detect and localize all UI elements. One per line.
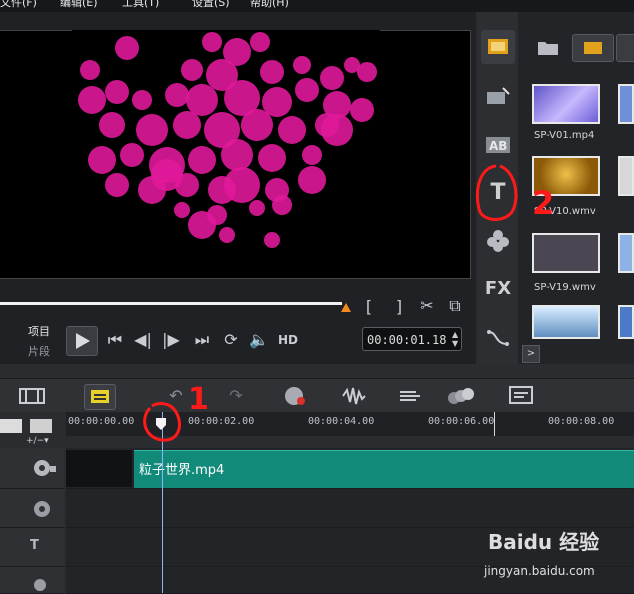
path-icon[interactable]	[481, 320, 515, 354]
hd-button[interactable]: HD	[278, 333, 298, 347]
clip-name: 粒子世界.mp4	[139, 463, 225, 478]
menu-edit[interactable]: 编辑(E)	[60, 0, 98, 8]
instant-project-icon[interactable]	[481, 80, 515, 114]
show-video-icon[interactable]	[572, 34, 614, 62]
graphic-icon[interactable]	[481, 224, 515, 258]
ruler-tick: 00:00:06.00	[428, 416, 495, 427]
track-manager-icon[interactable]	[0, 419, 22, 433]
ruler-tick: 00:00:04.00	[308, 416, 375, 427]
thumbnail-partial[interactable]	[618, 84, 634, 124]
go-to-start-icon[interactable]: ⏮	[104, 330, 126, 350]
thumbnail-partial[interactable]	[618, 156, 634, 196]
show-photo-icon[interactable]	[616, 34, 634, 62]
overlay-track[interactable]	[66, 489, 634, 528]
media-icon[interactable]	[481, 30, 515, 64]
watermark-logo: Baidu 经验	[488, 530, 600, 554]
empty-clip-slot	[66, 450, 132, 487]
timecode-display[interactable]: 00:00:01.18	[362, 327, 462, 351]
ruler-tick: 00:00:00.00	[68, 416, 135, 427]
thumbnail-sp-v19[interactable]	[532, 233, 600, 273]
timecode-stepper[interactable]: ▲ ▼	[452, 330, 458, 348]
storyboard-view-icon[interactable]	[18, 386, 46, 406]
title-track-icon[interactable]: T	[30, 538, 39, 553]
folder-icon[interactable]	[536, 36, 560, 58]
sound-mixer-icon[interactable]	[340, 384, 368, 408]
thumbnail-partial[interactable]	[618, 233, 634, 273]
thumbnail-label: SP-V19.wmv	[534, 282, 596, 293]
redo-icon[interactable]: ↷	[224, 386, 248, 405]
menu-settings[interactable]: 设置(S)	[192, 0, 230, 8]
volume-icon[interactable]: 🔈	[248, 330, 270, 349]
thumbnail-label: SP-V01.mp4	[534, 130, 595, 141]
repeat-icon[interactable]: ⟳	[220, 330, 242, 349]
go-to-end-icon[interactable]: ⏭	[191, 330, 213, 350]
previous-frame-icon[interactable]: ◀|	[132, 330, 154, 349]
record-capture-icon[interactable]	[282, 384, 310, 408]
overlay-track-icon[interactable]	[32, 499, 58, 519]
ruler-marker	[494, 412, 495, 436]
preview-scrubber-track[interactable]	[0, 302, 342, 305]
motion-tracking-icon[interactable]	[446, 384, 476, 408]
annotation-label-2: 2	[532, 184, 555, 222]
timecode-value: 00:00:01.18	[367, 333, 447, 347]
title-track-header: T	[0, 528, 64, 567]
auto-music-icon[interactable]	[396, 384, 424, 408]
enlarge-preview-icon[interactable]: ⧉	[446, 296, 464, 315]
annotation-circle-2	[475, 164, 518, 221]
scissors-icon[interactable]: ✂	[418, 296, 436, 315]
annotation-label-1: 1	[188, 382, 209, 417]
watermark-url: jingyan.baidu.com	[484, 564, 595, 578]
zoom-controls[interactable]: +/−▾	[26, 436, 49, 446]
menu-help[interactable]: 帮助(H)	[250, 0, 289, 8]
voice-track-icon[interactable]	[32, 577, 58, 593]
play-icon	[76, 333, 90, 349]
menu-file[interactable]: 文件(F)	[0, 0, 37, 8]
video-track-header	[0, 448, 64, 489]
mark-in-button[interactable]: [	[362, 297, 376, 316]
next-frame-icon[interactable]: |▶	[160, 330, 182, 349]
thumbnail-partial[interactable]	[618, 305, 634, 339]
play-button[interactable]	[66, 326, 98, 356]
voice-track-header	[0, 567, 64, 594]
expand-library-button[interactable]: >	[522, 345, 540, 363]
timeline-view-icon[interactable]	[84, 384, 116, 410]
filter-icon[interactable]: FX	[481, 272, 515, 306]
ruler-tick: 00:00:08.00	[548, 416, 615, 427]
transition-icon[interactable]: AB	[481, 128, 515, 162]
svg-text:AB: AB	[489, 139, 507, 153]
subtitle-editor-icon[interactable]	[508, 385, 534, 405]
mode-project[interactable]: 项目	[28, 323, 50, 339]
menu-tools[interactable]: 工具(T)	[122, 0, 159, 8]
thumbnail-sp-v28[interactable]	[532, 305, 600, 339]
mark-out-button[interactable]: ]	[392, 297, 406, 316]
menu-bar: 文件(F) 编辑(E) 工具(T) 设置(S) 帮助(H)	[0, 0, 634, 12]
overlay-track-header	[0, 489, 64, 528]
video-track-icon[interactable]	[32, 458, 58, 478]
preview-video	[72, 30, 380, 277]
thumbnail-sp-v01[interactable]	[532, 84, 600, 124]
scrubber-handle[interactable]	[341, 303, 351, 312]
chapter-point-icon[interactable]	[30, 419, 52, 433]
mode-clip[interactable]: 片段	[28, 343, 50, 359]
